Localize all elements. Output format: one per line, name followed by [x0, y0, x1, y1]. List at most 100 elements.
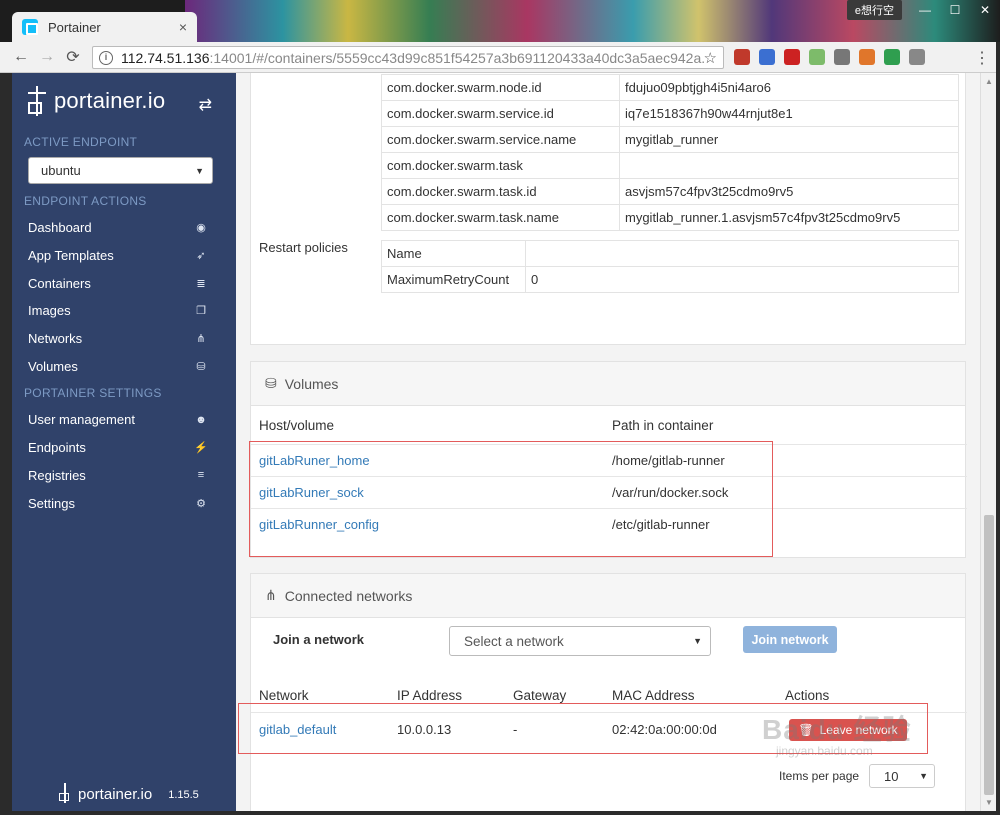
join-network-button[interactable]: Join network: [743, 626, 837, 653]
extension-icon[interactable]: [909, 49, 925, 65]
items-per-page-value: 10: [884, 768, 899, 784]
restart-policies-table: Name MaximumRetryCount 0: [381, 240, 959, 293]
scroll-thumb[interactable]: [984, 515, 994, 795]
extension-icon[interactable]: [859, 49, 875, 65]
portainer-logo-icon: [26, 86, 48, 116]
back-icon[interactable]: ←: [8, 48, 34, 66]
sidebar-item-containers[interactable]: Containers ≣: [12, 269, 236, 297]
browser-titlebar: Portainer × e想行空 — ☐ ✕: [0, 0, 1000, 42]
network-select-placeholder: Select a network: [464, 633, 564, 649]
col-network: Network: [259, 688, 309, 703]
restart-row: MaximumRetryCount 0: [381, 266, 959, 293]
minimize-icon[interactable]: —: [910, 3, 940, 17]
col-host-volume: Host/volume: [259, 418, 335, 433]
bookmark-star-icon[interactable]: ☆: [704, 49, 717, 67]
footer-brand: portainer.io: [78, 786, 153, 803]
extension-icon[interactable]: [734, 49, 750, 65]
label-value: fdujuo09pbtjgh4i5ni4aro6: [619, 74, 959, 101]
chevron-down-icon: ▼: [195, 165, 204, 176]
extension-icon[interactable]: [809, 49, 825, 65]
col-mac-address: MAC Address: [612, 688, 695, 703]
page-scrollbar[interactable]: ▲ ▼: [980, 73, 996, 811]
volumes-header: ⛁ Volumes: [251, 362, 965, 406]
window-controls: e想行空 — ☐ ✕: [846, 0, 1000, 20]
extension-icon[interactable]: [834, 49, 850, 65]
highlight-volumes: [249, 441, 773, 557]
tab-close-icon[interactable]: ×: [179, 19, 187, 35]
col-gateway: Gateway: [513, 688, 567, 703]
sidebar-item-label: App Templates: [28, 248, 114, 264]
maximize-icon[interactable]: ☐: [940, 3, 970, 17]
settings-icon: ⚙: [196, 497, 206, 510]
forward-icon[interactable]: →: [34, 48, 60, 66]
container-details-panel: com.docker.swarm.node.id fdujuo09pbtjgh4i…: [250, 73, 966, 345]
col-path-in-container: Path in container: [612, 418, 714, 433]
chevron-down-icon: ▼: [919, 771, 929, 781]
label-key: com.docker.swarm.task.name: [381, 204, 620, 231]
networks-title: Connected networks: [284, 587, 413, 604]
label-key: com.docker.swarm.service.name: [381, 126, 620, 153]
footer-version: 1.15.5: [168, 789, 199, 801]
network-select[interactable]: Select a network ▼: [449, 626, 711, 656]
cubes-icon: ⛁: [265, 375, 277, 391]
pagination: Items per page 10 ▼: [779, 764, 936, 788]
main-content: com.docker.swarm.node.id fdujuo09pbtjgh4i…: [236, 73, 980, 811]
browser-tab[interactable]: Portainer ×: [12, 12, 197, 42]
label-row: com.docker.swarm.service.id iq7e1518367h9…: [381, 100, 959, 127]
restart-key: MaximumRetryCount: [381, 266, 526, 293]
volumes-title: Volumes: [284, 375, 339, 392]
sidebar-item-label: User management: [28, 412, 135, 428]
networks-panel: ⋔ Connected networks Join a network Sele…: [250, 573, 967, 811]
address-bar[interactable]: i 112.74.51.136 :14001/#/containers/5559…: [92, 46, 724, 69]
label-value: iq7e1518367h90w44rnjut8e1: [619, 100, 959, 127]
app-templates-icon: ➶: [196, 250, 206, 263]
sidebar-item-label: Volumes: [28, 358, 78, 374]
sidebar-item-app-templates[interactable]: App Templates ➶: [12, 242, 236, 270]
sidebar-item-label: Registries: [28, 467, 86, 483]
sidebar-item-volumes[interactable]: Volumes ⛁: [12, 352, 236, 380]
close-window-icon[interactable]: ✕: [970, 3, 1000, 17]
browser-toolbar: ← → ⟳ i 112.74.51.136 :14001/#/container…: [0, 42, 1000, 73]
label-value: mygitlab_runner: [619, 126, 959, 153]
sidebar-item-networks[interactable]: Networks ⋔: [12, 325, 236, 353]
label-key: com.docker.swarm.service.id: [381, 100, 620, 127]
sidebar-item-user-management[interactable]: User management ☻: [12, 406, 236, 434]
scroll-up-icon[interactable]: ▲: [985, 77, 993, 86]
scroll-down-icon[interactable]: ▼: [985, 798, 993, 807]
portainer-favicon-icon: [22, 19, 38, 35]
label-row: com.docker.swarm.service.name mygitlab_ru…: [381, 126, 959, 153]
restart-row: Name: [381, 240, 959, 267]
info-icon[interactable]: i: [99, 50, 113, 65]
chevron-down-icon: ▼: [693, 636, 702, 646]
profile-badge[interactable]: e想行空: [846, 0, 902, 20]
sidebar-item-dashboard[interactable]: Dashboard ◉: [12, 214, 236, 242]
browser-menu-icon[interactable]: ⋮: [974, 48, 990, 68]
restart-key: Name: [381, 240, 526, 267]
label-value: mygitlab_runner.1.asvjsm57c4fpv3t25cdmo9…: [619, 204, 959, 231]
sitemap-icon: ⋔: [265, 587, 277, 603]
sidebar-item-settings[interactable]: Settings ⚙: [12, 489, 236, 517]
sidebar-item-endpoints[interactable]: Endpoints ⚡: [12, 434, 236, 462]
extension-icon[interactable]: [884, 49, 900, 65]
extension-icon[interactable]: [759, 49, 775, 65]
label-row: com.docker.swarm.task.name mygitlab_runne…: [381, 204, 959, 231]
switch-endpoint-icon[interactable]: ⇄: [199, 95, 212, 115]
sidebar-footer: portainer.io 1.15.5: [58, 783, 199, 803]
tab-title: Portainer: [48, 19, 101, 35]
label-row: com.docker.swarm.task: [381, 152, 959, 179]
registries-icon: ≡: [197, 469, 205, 482]
label-value: [619, 152, 959, 179]
endpoints-icon: ⚡: [194, 442, 208, 455]
brand-name: portainer.io: [54, 88, 166, 113]
extension-icon[interactable]: [784, 49, 800, 65]
restart-value: 0: [525, 266, 959, 293]
endpoint-select[interactable]: ubuntu ▼: [28, 157, 213, 184]
portainer-settings-title: PORTAINER SETTINGS: [24, 386, 162, 401]
items-per-page-select[interactable]: 10 ▼: [869, 764, 936, 788]
sidebar: portainer.io ⇄ ACTIVE ENDPOINT ubuntu ▼ …: [12, 73, 236, 811]
sidebar-item-images[interactable]: Images ❐: [12, 297, 236, 325]
reload-icon[interactable]: ⟳: [60, 47, 86, 67]
label-row: com.docker.swarm.node.id fdujuo09pbtjgh4i…: [381, 74, 959, 101]
items-per-page-label: Items per page: [779, 769, 860, 783]
sidebar-item-registries[interactable]: Registries ≡: [12, 462, 236, 490]
